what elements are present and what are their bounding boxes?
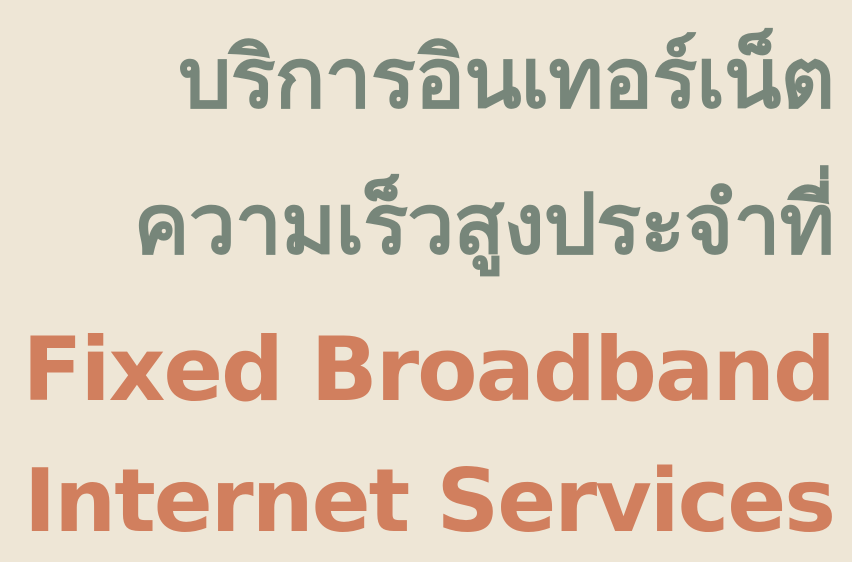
english-title-line-2: Internet Services	[23, 450, 836, 552]
thai-title-line-2: ความเร็วสูงประจำที่	[133, 175, 835, 273]
title-banner: บริการอินเทอร์เน็ต ความเร็วสูงประจำที่ F…	[0, 0, 852, 562]
english-title-line-1: Fixed Broadband	[22, 318, 836, 421]
thai-title-line-1: บริการอินเทอร์เน็ต	[178, 29, 835, 127]
